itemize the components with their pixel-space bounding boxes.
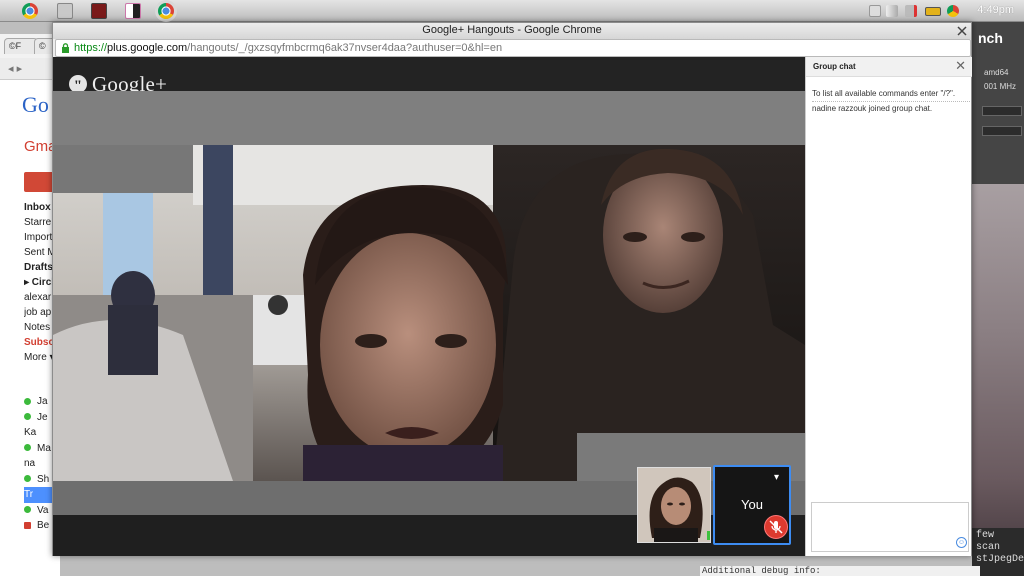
window-title: Google+ Hangouts - Google Chrome: [422, 24, 602, 36]
chat-header: Group chat ✕: [806, 57, 972, 77]
hangout-header: " Google+: [53, 57, 805, 96]
network-tray-icon[interactable]: [886, 5, 898, 17]
chat-message-list: To list all available commands enter "/?…: [812, 87, 970, 116]
background-tab[interactable]: ©F: [4, 38, 38, 54]
volume-tray-icon[interactable]: [905, 5, 917, 17]
main-video-feed[interactable]: [53, 145, 805, 481]
online-status-icon: [24, 444, 31, 452]
participant-status-indicator: [707, 531, 710, 540]
chevron-down-icon[interactable]: ▾: [774, 472, 779, 483]
contact-name: Ka: [24, 427, 37, 438]
contact-name: Je: [37, 411, 48, 423]
online-status-icon: [24, 506, 31, 514]
background-video-preview: [972, 184, 1024, 552]
contact-name: Tr: [24, 489, 34, 500]
background-meter: [982, 126, 1022, 136]
chrome-launcher-icon[interactable]: [22, 3, 38, 19]
participant-video-image: [638, 468, 710, 542]
group-chat-panel: Group chat ✕ To list all available comma…: [805, 57, 972, 556]
clock[interactable]: 4:49pm: [977, 4, 1014, 16]
url-path: /hangouts/_/gxzsqyfmbcrmq6ak37nvser4daa?…: [187, 42, 503, 54]
terminal-line: stJpegDe: [976, 554, 1024, 565]
video-artifact-block: [53, 145, 193, 193]
hangouts-window: Google+ Hangouts - Google Chrome https:/…: [52, 22, 972, 556]
system-taskbar: 4:49pm: [0, 0, 1024, 22]
online-status-icon: [24, 397, 31, 405]
contact-name: na: [24, 458, 36, 469]
self-label: You: [741, 497, 763, 512]
background-meter: [982, 106, 1022, 116]
background-terminal-status: Additional debug info:: [700, 566, 980, 576]
contact-name: Ma: [37, 442, 51, 454]
background-right-window: nch amd64 001 MHz: [972, 22, 1024, 576]
online-status-icon: [24, 413, 31, 421]
busy-status-icon: [24, 521, 31, 529]
gmail-sidebar: Go Gma Inbox Starre Import Sent M Drafts…: [0, 80, 60, 576]
contact-name: Ja: [37, 396, 48, 407]
lock-icon: [62, 43, 69, 53]
video-artifact-band: [53, 91, 805, 145]
mic-muted-button[interactable]: [764, 515, 788, 539]
main-video-image: [53, 145, 805, 481]
close-icon[interactable]: ✕: [955, 58, 966, 74]
participant-thumbnail[interactable]: [637, 467, 711, 543]
files-launcher-icon[interactable]: [57, 3, 73, 19]
google-logo: Go: [22, 92, 49, 117]
emoji-icon[interactable]: ☺: [956, 537, 967, 548]
self-view-thumbnail[interactable]: ▾ You: [713, 465, 791, 545]
contact-name: Be: [37, 520, 50, 531]
chat-message: nadine razzouk joined group chat.: [812, 104, 933, 113]
url-host: plus.google.com: [107, 42, 188, 54]
chrome-active-icon[interactable]: [158, 3, 174, 19]
terminal-line: few scan: [976, 530, 1001, 553]
background-nav-buttons[interactable]: ◂ ▸: [0, 58, 60, 80]
window-titlebar[interactable]: Google+ Hangouts - Google Chrome: [53, 23, 971, 39]
background-text: 001 MHz: [984, 82, 1017, 91]
close-window-icon[interactable]: [957, 26, 967, 36]
url-scheme: https://: [74, 42, 108, 54]
online-status-icon: [24, 475, 31, 483]
chat-title: Group chat: [813, 62, 856, 71]
chat-message: To list all available commands enter "/?…: [812, 87, 970, 102]
background-tab-strip: ©F ©: [0, 36, 60, 56]
clipboard-tray-icon[interactable]: [869, 5, 881, 17]
mic-muted-icon: [769, 520, 783, 534]
chat-input[interactable]: [811, 502, 969, 552]
app-launcher-icon[interactable]: [125, 3, 141, 19]
background-heading: nch: [978, 30, 1003, 46]
address-bar[interactable]: https://plus.google.com/hangouts/_/gxzsq…: [55, 39, 971, 57]
hangout-stage: " Google+ ▾ You: [53, 57, 805, 556]
contact-name: Sh: [37, 473, 50, 485]
video-app-launcher-icon[interactable]: [91, 3, 107, 19]
battery-tray-icon[interactable]: [925, 7, 941, 16]
background-text: amd64: [984, 68, 1009, 77]
chrome-tray-icon[interactable]: [947, 5, 959, 17]
contact-name: Va: [37, 504, 49, 516]
